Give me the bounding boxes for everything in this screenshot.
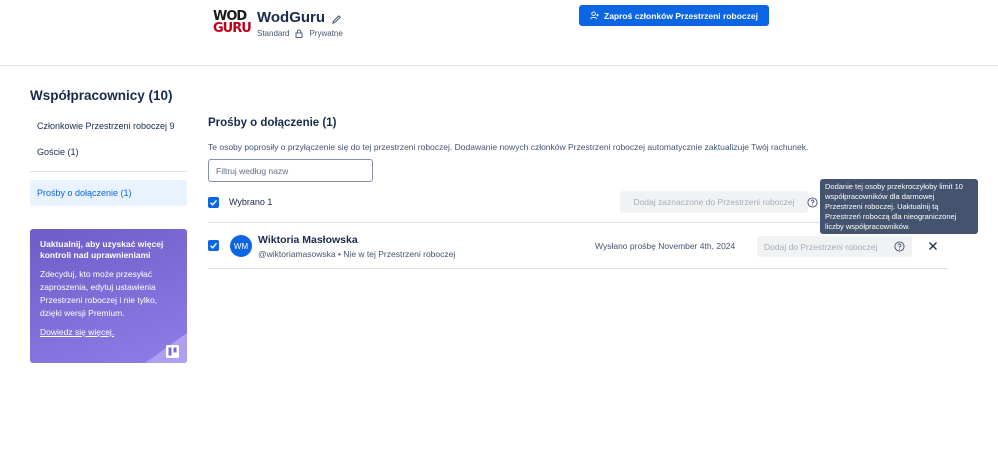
nav-guests[interactable]: Goście (1) (30, 139, 187, 165)
upgrade-text: Zdecyduj, kto może przesyłać zaproszenia… (40, 269, 158, 318)
join-requests-description: Te osoby poprosiły o przyłączenie się do… (208, 142, 809, 152)
learn-more-link[interactable]: Dowiedz się więcej. (40, 327, 114, 337)
list-divider (208, 268, 948, 269)
nav-join-requests[interactable]: Prośby o dołączenie (1) (30, 180, 187, 206)
collaborators-nav: Członkowie Przestrzeni roboczej 9 Goście… (30, 112, 187, 206)
add-person-icon (590, 11, 599, 20)
workspace-name: WodGuru (257, 9, 326, 26)
lock-icon (295, 29, 303, 38)
join-requests-heading: Prośby o dołączenie (1) (208, 117, 337, 129)
requester-name: Wiktoria Masłowska (258, 234, 358, 246)
nav-workspace-members[interactable]: Członkowie Przestrzeni roboczej 9 (30, 112, 187, 139)
check-icon (210, 242, 218, 249)
workspace-title: WodGuru (257, 9, 342, 26)
upgrade-title: Uaktualnij, aby uzyskać więcej kontroli … (40, 239, 164, 260)
limit-tooltip: Dodanie tej osoby przekroczyłoby limit 1… (820, 179, 978, 234)
invite-members-button[interactable]: Zaproś członków Przestrzeni roboczej (579, 5, 769, 26)
request-sent-date: Wysłano prośbę November 4th, 2024 (595, 241, 736, 251)
logo-text-bottom: GURU (213, 21, 252, 36)
invite-members-label: Zaproś członków Przestrzeni roboczej (604, 10, 758, 21)
check-icon (210, 199, 218, 206)
edit-pencil-icon[interactable] (331, 12, 342, 24)
select-all-checkbox[interactable] (208, 197, 219, 208)
add-selected-button[interactable]: Dodaj zaznaczone do Przestrzeni roboczej (620, 191, 808, 213)
help-icon[interactable] (894, 241, 905, 252)
workspace-logo: WOD GURU (213, 10, 252, 37)
avatar: WM (230, 235, 252, 257)
help-icon[interactable] (807, 197, 818, 208)
trello-board-icon (145, 333, 187, 363)
workspace-plan: Standard (257, 29, 290, 38)
collaborators-title: Współpracownicy (10) (30, 88, 173, 103)
upgrade-promo-card: Uaktualnij, aby uzyskać więcej kontroli … (30, 229, 187, 363)
add-to-workspace-button[interactable]: Dodaj do Przestrzeni roboczej (757, 236, 912, 257)
workspace-meta: Standard Prywatne (257, 29, 343, 38)
filter-by-name-input[interactable] (208, 159, 373, 182)
requester-username: @wiktoriamasowska • Nie w tej Przestrzen… (258, 249, 456, 259)
nav-divider (30, 171, 187, 172)
close-icon[interactable] (927, 240, 939, 252)
workspace-header: WOD GURU WodGuru Standard Prywatne Zapro… (0, 0, 998, 66)
request-checkbox[interactable] (208, 240, 219, 251)
workspace-visibility: Prywatne (309, 29, 343, 38)
selected-count: Wybrano 1 (229, 197, 273, 207)
